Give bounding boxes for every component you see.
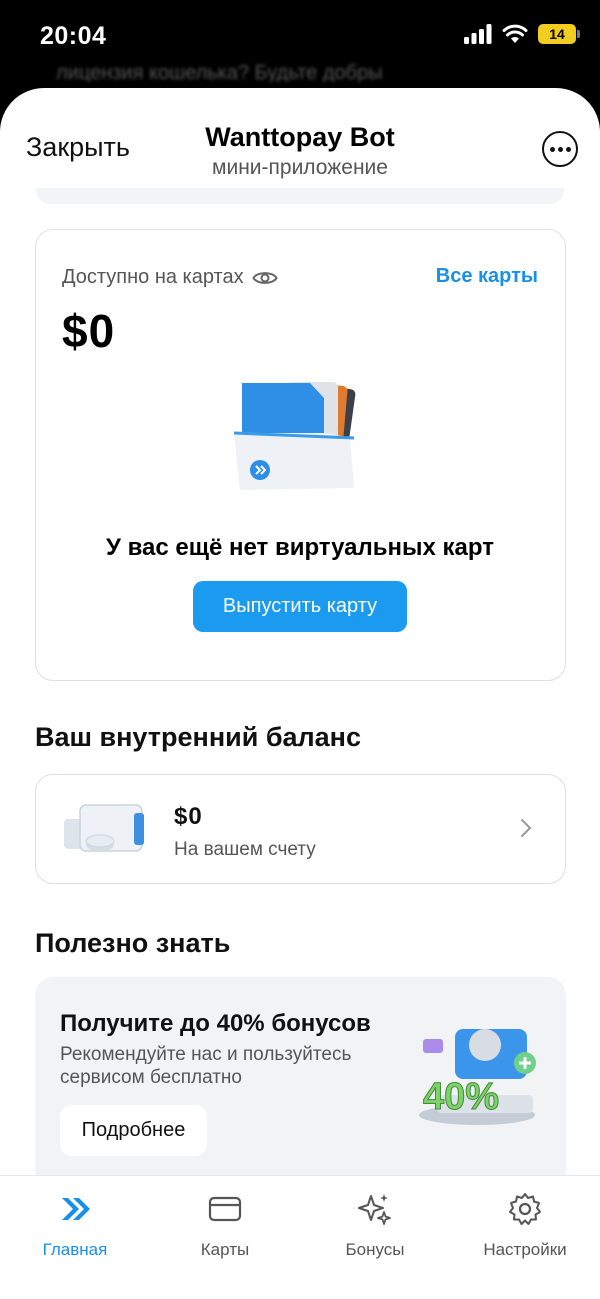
app-subtitle: мини-приложение xyxy=(212,156,388,179)
internal-balance-card[interactable]: $0 На вашем счету xyxy=(35,774,566,884)
app-title: Wanttopay Bot xyxy=(205,122,395,152)
internal-balance-subtitle: На вашем счету xyxy=(174,839,316,860)
internal-balance-amount: $0 xyxy=(174,803,203,830)
signal-icon xyxy=(464,24,492,44)
promo-badge-text: 40% xyxy=(423,1076,499,1118)
nav-item-cards[interactable]: Карты xyxy=(150,1176,300,1299)
nav-label-settings: Настройки xyxy=(483,1240,567,1259)
status-icons: 14 xyxy=(464,24,580,44)
nav-item-home[interactable]: Главная xyxy=(0,1176,150,1299)
available-on-cards: Доступно на картах xyxy=(62,266,278,289)
wifi-icon xyxy=(502,24,528,43)
more-menu-button[interactable] xyxy=(542,131,578,167)
promo-details-button[interactable]: Подробнее xyxy=(60,1105,207,1156)
background-page-text: лицензия кошелька? Будьте добры xyxy=(56,62,383,82)
mini-app-sheet: Закрыть Wanttopay Bot мини-приложение До… xyxy=(0,88,600,1299)
all-cards-link[interactable]: Все карты xyxy=(436,265,538,288)
double-chevron-icon xyxy=(62,1198,90,1220)
gear-icon xyxy=(509,1193,541,1225)
eye-icon[interactable] xyxy=(251,269,278,287)
no-cards-message: У вас ещё нет виртуальных карт xyxy=(105,534,494,561)
cards-balance: $0 xyxy=(62,305,116,357)
bonus-40-illustration: 40% xyxy=(419,1029,536,1125)
available-label: Доступно на картах xyxy=(62,266,244,288)
nav-item-bonuses[interactable]: Бонусы xyxy=(300,1176,450,1299)
internal-balance-title: Ваш внутренний баланс xyxy=(35,722,362,752)
cards-summary-card: Доступно на картах Все карты $0 У вас ещ… xyxy=(35,229,566,681)
header: Закрыть Wanttopay Bot мини-приложение xyxy=(0,88,600,196)
more-dot-icon xyxy=(565,146,571,152)
nav-item-settings[interactable]: Настройки xyxy=(450,1176,600,1299)
status-time: 20:04 xyxy=(40,22,107,50)
bonus-promo-card[interactable]: Получите до 40% бонусов Рекомендуйте нас… xyxy=(35,977,566,1187)
promo-text: Рекомендуйте нас и пользуйтесь сервисом … xyxy=(60,1044,352,1088)
card-icon xyxy=(208,1196,242,1222)
chevron-right-icon xyxy=(521,819,532,837)
bottom-navigation: Главная Карты Бонусы Настройки xyxy=(0,1175,600,1299)
promo-title: Получите до 40% бонусов xyxy=(60,1010,371,1037)
scrolled-card-edge xyxy=(36,188,564,204)
battery-indicator: 14 xyxy=(538,24,580,44)
more-dot-icon xyxy=(549,146,555,152)
nav-label-home: Главная xyxy=(42,1240,108,1259)
wallet-illustration xyxy=(64,804,144,852)
nav-label-bonuses: Бонусы xyxy=(345,1240,405,1259)
folder-cards-illustration xyxy=(233,382,356,490)
sparkles-icon xyxy=(358,1194,391,1225)
nav-label-cards: Карты xyxy=(200,1240,250,1259)
issue-card-button[interactable]: Выпустить карту xyxy=(193,581,407,632)
useful-section-title: Полезно знать xyxy=(35,928,231,958)
more-dot-icon xyxy=(557,146,563,152)
